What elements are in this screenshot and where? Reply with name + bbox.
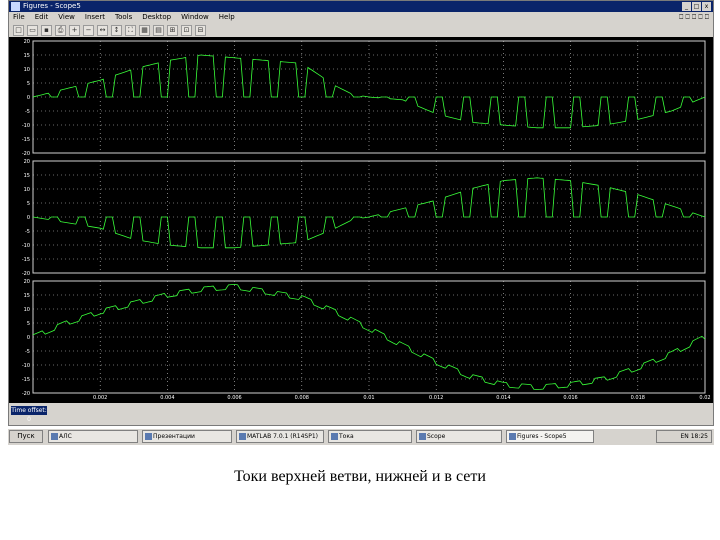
y-tick-label: -15 — [22, 377, 30, 383]
scope-window: Figures - Scope5 _ □ x File Edit View In… — [8, 0, 714, 426]
y-tick-label: 20 — [24, 39, 30, 45]
y-tick-label: -10 — [22, 363, 30, 369]
task-button[interactable]: Тока — [328, 430, 412, 443]
window-title: Figures - Scope5 — [23, 2, 81, 10]
taskbar: Пуск АЛС Презентации MATLAB 7.0.1 (R14SP… — [8, 428, 714, 445]
app-icon — [11, 2, 20, 11]
folder-icon — [51, 433, 58, 440]
y-tick-label: -5 — [25, 109, 30, 115]
start-button[interactable]: Пуск — [9, 430, 43, 443]
system-tray: EN 18:25 — [656, 430, 712, 443]
save-axes-icon[interactable]: ▦ — [139, 24, 150, 36]
y-tick-label: 20 — [24, 279, 30, 285]
x-tick-label: 0.018 — [631, 395, 645, 401]
floating-icon[interactable]: ⊞ — [167, 24, 178, 36]
slide-caption: Токи верхней ветви, нижней и в сети — [234, 468, 486, 485]
y-tick-label: 10 — [24, 67, 30, 73]
y-tick-label: 15 — [24, 53, 30, 59]
task-button-active[interactable]: Figures - Scope5 — [506, 430, 594, 443]
powerpoint-icon — [145, 433, 152, 440]
save-icon[interactable]: ▪ — [41, 24, 52, 36]
status-bar: Time offset: 0 — [9, 405, 713, 423]
zoom-in-icon[interactable]: + — [69, 24, 80, 36]
x-tick-label: 0.012 — [429, 395, 443, 401]
params-icon[interactable]: ▤ — [153, 24, 164, 36]
x-tick-label: 0.01 — [363, 395, 374, 401]
y-tick-label: 5 — [27, 321, 30, 327]
menu-file[interactable]: File — [13, 12, 25, 23]
menu-help[interactable]: Help — [219, 12, 235, 23]
x-tick-label: 0.02 — [699, 395, 710, 401]
maximize-button[interactable]: □ — [692, 2, 701, 11]
lock-icon[interactable]: ⊡ — [181, 24, 192, 36]
menu-window[interactable]: Window — [181, 12, 209, 23]
y-tick-label: 15 — [24, 293, 30, 299]
zoom-out-icon[interactable]: − — [83, 24, 94, 36]
menu-edit[interactable]: Edit — [35, 12, 49, 23]
y-tick-label: 0 — [27, 215, 30, 221]
scope-icon — [419, 433, 426, 440]
y-tick-label: 0 — [27, 335, 30, 341]
new-icon[interactable]: □ — [13, 24, 24, 36]
task-button[interactable]: MATLAB 7.0.1 (R14SP1) — [236, 430, 324, 443]
task-button[interactable]: Презентации — [142, 430, 232, 443]
menu-bar: File Edit View Insert Tools Desktop Wind… — [9, 12, 713, 23]
y-tick-label: -5 — [25, 349, 30, 355]
y-tick-label: -20 — [22, 391, 30, 397]
open-icon[interactable]: ▭ — [27, 24, 38, 36]
y-tick-label: 5 — [27, 81, 30, 87]
y-tick-label: -5 — [25, 229, 30, 235]
menu-insert[interactable]: Insert — [85, 12, 105, 23]
y-tick-label: 0 — [27, 95, 30, 101]
title-bar[interactable]: Figures - Scope5 _ □ x — [9, 1, 713, 12]
x-tick-label: 0.014 — [496, 395, 510, 401]
x-tick-label: 0.006 — [227, 395, 241, 401]
y-tick-label: -10 — [22, 123, 30, 129]
scope-plots[interactable]: 20 15 10 5 0 -5 -10 -15 -20 20 15 10 5 0 -5 -10 -15 -20 20… — [9, 37, 713, 403]
plot-area: 20 15 10 5 0 -5 -10 -15 -20 20 15 10 5 0 -5 -10 -15 -20 20… — [9, 37, 713, 403]
print-icon[interactable]: ⎙ — [55, 24, 66, 36]
y-tick-label: -10 — [22, 243, 30, 249]
figure-icon — [509, 433, 516, 440]
y-tick-label: 15 — [24, 173, 30, 179]
close-button[interactable]: x — [702, 2, 711, 11]
x-tick-label: 0.016 — [563, 395, 577, 401]
signal-icon[interactable]: ⊟ — [195, 24, 206, 36]
menu-view[interactable]: View — [58, 12, 75, 23]
time-offset-label: Time offset: 0 — [11, 406, 47, 423]
task-button[interactable]: АЛС — [48, 430, 138, 443]
y-tick-label: -20 — [22, 151, 30, 157]
model-icon — [331, 433, 338, 440]
x-tick-label: 0.004 — [160, 395, 174, 401]
matlab-icon — [239, 433, 246, 440]
x-tick-label: 0.002 — [93, 395, 107, 401]
y-tick-label: 5 — [27, 201, 30, 207]
toolbar: □ ▭ ▪ ⎙ + − ↔ ↕ ⛶ ▦ ▤ ⊞ ⊡ ⊟ — [9, 23, 713, 37]
y-tick-label: 10 — [24, 187, 30, 193]
y-tick-label: -15 — [22, 257, 30, 263]
y-tick-label: -15 — [22, 137, 30, 143]
zoom-x-icon[interactable]: ↔ — [97, 24, 108, 36]
task-button[interactable]: Scope — [416, 430, 502, 443]
y-tick-label: 20 — [24, 159, 30, 165]
autoscale-icon[interactable]: ⛶ — [125, 24, 136, 36]
menu-desktop[interactable]: Desktop — [142, 12, 171, 23]
minimize-button[interactable]: _ — [682, 2, 691, 11]
y-tick-label: 10 — [24, 307, 30, 313]
x-tick-label: 0.008 — [295, 395, 309, 401]
y-tick-label: -20 — [22, 271, 30, 277]
dock-controls[interactable]: ⎕ ⎕ ⎕ ⎕ ⎕ — [679, 12, 709, 23]
menu-tools[interactable]: Tools — [115, 12, 132, 23]
zoom-y-icon[interactable]: ↕ — [111, 24, 122, 36]
